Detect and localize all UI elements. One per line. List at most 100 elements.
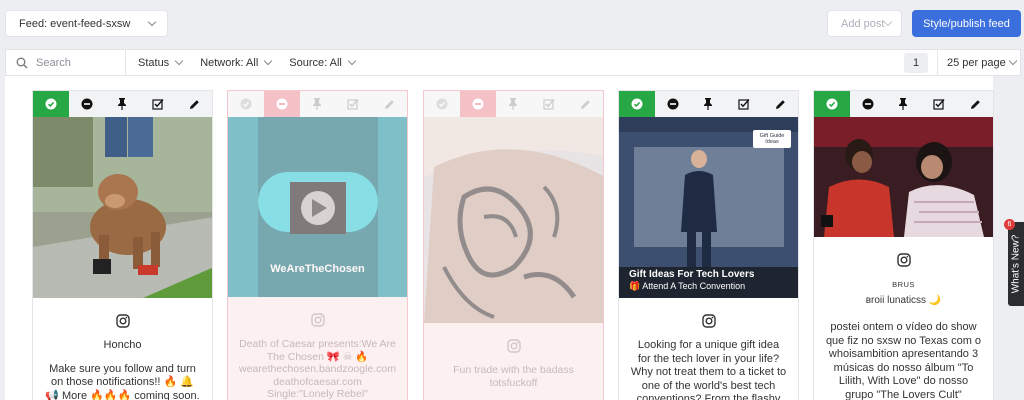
dog-photo bbox=[33, 117, 212, 298]
minus-circle-icon bbox=[472, 98, 484, 110]
check-circle-icon bbox=[240, 98, 252, 110]
notification-badge: 6 bbox=[1004, 219, 1015, 230]
reject-button[interactable] bbox=[69, 91, 105, 117]
approve-button[interactable] bbox=[814, 91, 850, 117]
checkbox-icon bbox=[933, 99, 945, 110]
checkbox-icon bbox=[347, 99, 359, 110]
post-card[interactable]: BRUS вroii lunaticss 🌙 postei ontem o ví… bbox=[813, 90, 994, 400]
add-post-button[interactable]: Add post bbox=[827, 10, 902, 37]
checkbox-button[interactable] bbox=[921, 91, 957, 117]
post-image: Gift Guide Ideas Gift Ideas For Tech Lov… bbox=[619, 117, 798, 298]
network-filter[interactable]: Network: All bbox=[200, 56, 273, 69]
reject-button[interactable] bbox=[655, 91, 691, 117]
checkbox-icon bbox=[152, 99, 164, 110]
pencil-icon bbox=[580, 99, 590, 109]
post-text: Make sure you follow and turn on those n… bbox=[45, 362, 200, 400]
card-toolbar bbox=[228, 91, 407, 117]
post-card[interactable]: Honcho Make sure you follow and turn on … bbox=[32, 90, 213, 400]
post-text: Looking for a unique gift idea for the t… bbox=[630, 339, 787, 400]
status-filter[interactable]: Status bbox=[138, 56, 184, 69]
add-post-label: Add post bbox=[841, 17, 885, 30]
approve-button[interactable] bbox=[228, 91, 264, 117]
per-page-label: 25 per page bbox=[947, 56, 1006, 69]
check-circle-icon bbox=[631, 98, 643, 110]
network-filter-label: Network: All bbox=[200, 56, 259, 69]
approve-button[interactable] bbox=[424, 91, 460, 117]
chevron-down-icon bbox=[147, 17, 157, 27]
whats-new-tab[interactable]: What's New? bbox=[1008, 222, 1024, 306]
card-toolbar bbox=[33, 91, 212, 117]
edit-button[interactable] bbox=[567, 91, 603, 117]
video-caption: WeAreTheChosen bbox=[270, 263, 365, 275]
checkbox-icon bbox=[738, 99, 750, 110]
post-text: Death of Caesar presents:We Are The Chos… bbox=[239, 338, 397, 400]
minus-circle-icon bbox=[667, 98, 679, 110]
post-author: Honcho bbox=[103, 339, 142, 351]
chevron-down-icon bbox=[1008, 56, 1018, 66]
reject-button[interactable] bbox=[459, 91, 496, 117]
chevron-down-icon bbox=[347, 56, 357, 66]
pin-icon bbox=[118, 98, 127, 110]
pin-button[interactable] bbox=[105, 91, 141, 117]
post-image bbox=[814, 117, 993, 237]
minus-circle-icon bbox=[862, 98, 874, 110]
search-icon bbox=[16, 57, 28, 68]
approve-button[interactable] bbox=[619, 91, 655, 117]
post-card[interactable]: WeAreTheChosen Death of Caesar presents:… bbox=[227, 90, 408, 400]
check-circle-icon bbox=[826, 98, 838, 110]
pin-button[interactable] bbox=[691, 91, 727, 117]
post-text: Fun trade with the badass totsfuckoff bbox=[453, 364, 574, 389]
checkbox-button[interactable] bbox=[335, 91, 371, 117]
source-filter[interactable]: Source: All bbox=[289, 56, 357, 69]
overlay-title: Gift Ideas For Tech Lovers bbox=[629, 269, 755, 280]
post-video: WeAreTheChosen bbox=[228, 117, 407, 297]
publish-feed-button[interactable]: Style/publish feed bbox=[912, 10, 1021, 37]
concert-photo bbox=[814, 117, 993, 237]
pencil-icon bbox=[384, 99, 394, 109]
instagram-icon bbox=[115, 314, 130, 328]
status-filter-label: Status bbox=[138, 56, 170, 69]
minus-circle-icon bbox=[276, 98, 288, 110]
post-author: вroii lunaticss 🌙 bbox=[865, 294, 942, 306]
tattoo-photo bbox=[424, 117, 603, 323]
per-page-select[interactable]: 25 per page bbox=[937, 50, 1022, 75]
post-card[interactable]: Fun trade with the badass totsfuckoff bbox=[423, 90, 604, 400]
checkbox-button[interactable] bbox=[140, 91, 176, 117]
page-number[interactable]: 1 bbox=[904, 53, 928, 73]
pencil-icon bbox=[970, 99, 980, 109]
edit-button[interactable] bbox=[762, 91, 798, 117]
pin-button[interactable] bbox=[300, 91, 336, 117]
pin-button[interactable] bbox=[496, 91, 532, 117]
pin-icon bbox=[704, 98, 713, 110]
checkbox-icon bbox=[543, 99, 555, 110]
pencil-icon bbox=[775, 99, 785, 109]
filter-bar: Status Network: All Source: All 1 25 per… bbox=[5, 49, 1021, 76]
edit-button[interactable] bbox=[176, 91, 212, 117]
pencil-icon bbox=[189, 99, 199, 109]
post-card[interactable]: Gift Guide Ideas Gift Ideas For Tech Lov… bbox=[618, 90, 799, 400]
edit-button[interactable] bbox=[957, 91, 993, 117]
checkbox-button[interactable] bbox=[726, 91, 762, 117]
approve-button[interactable] bbox=[33, 91, 69, 117]
edit-button[interactable] bbox=[371, 91, 407, 117]
reject-button[interactable] bbox=[850, 91, 886, 117]
card-toolbar bbox=[619, 91, 798, 117]
check-circle-icon bbox=[436, 98, 448, 110]
brand-logo: Gift Guide Ideas bbox=[753, 130, 791, 148]
post-image bbox=[33, 117, 212, 298]
pin-button[interactable] bbox=[886, 91, 922, 117]
pin-icon bbox=[509, 98, 518, 110]
source-filter-label: Source: All bbox=[289, 56, 342, 69]
instagram-icon bbox=[310, 313, 325, 327]
instagram-icon bbox=[506, 339, 521, 353]
search-input[interactable] bbox=[36, 56, 116, 69]
feed-select[interactable]: Feed: event-feed-sxsw bbox=[5, 10, 168, 37]
pin-icon bbox=[313, 98, 322, 110]
minus-circle-icon bbox=[81, 98, 93, 110]
reject-button[interactable] bbox=[263, 91, 300, 117]
whats-new-label: What's New? bbox=[1010, 234, 1022, 294]
checkbox-button[interactable] bbox=[531, 91, 567, 117]
chevron-down-icon bbox=[264, 56, 273, 66]
search-box bbox=[6, 50, 126, 75]
chevron-down-icon bbox=[174, 56, 184, 66]
